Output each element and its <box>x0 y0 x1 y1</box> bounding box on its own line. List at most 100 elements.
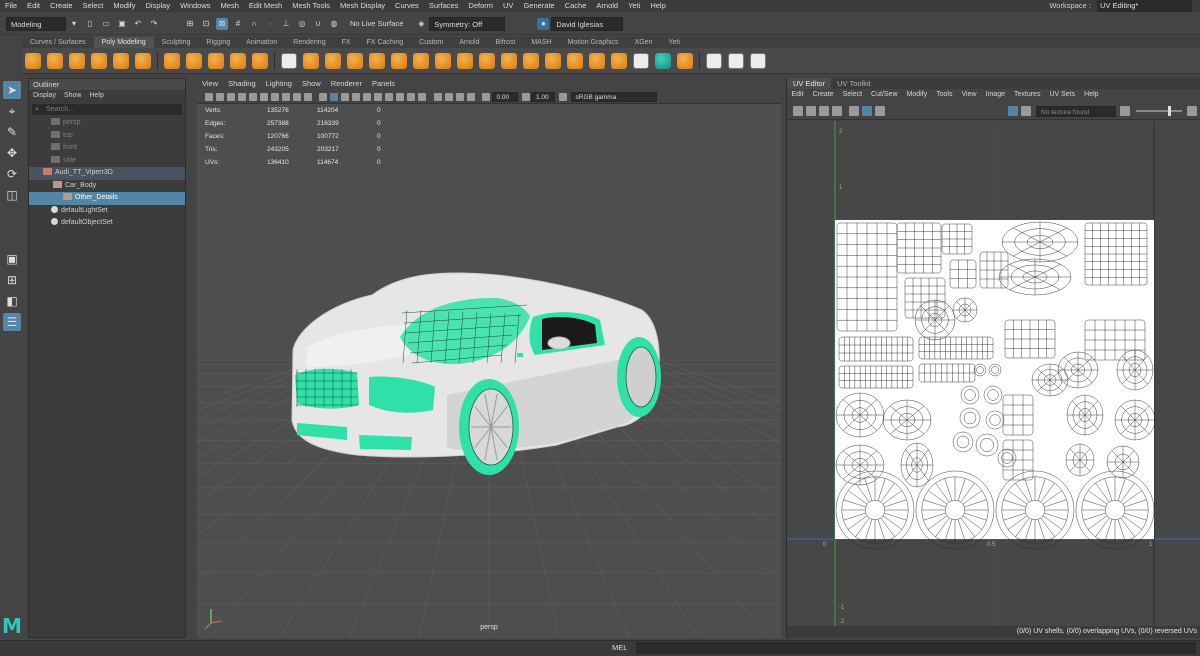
uv-menu-edit[interactable]: Edit <box>787 89 808 101</box>
menu-display[interactable]: Display <box>141 0 176 12</box>
anti-aliasing-icon[interactable] <box>407 92 415 101</box>
menu-modify[interactable]: Modify <box>108 0 140 12</box>
menu-set-dropdown[interactable]: Modeling <box>6 16 66 31</box>
viewport-menu-shading[interactable]: Shading <box>223 78 261 90</box>
open-scene-icon[interactable]: ▭ <box>100 18 112 30</box>
shelf-tab-poly-modeling[interactable]: Poly Modeling <box>93 37 154 48</box>
uv-snapshot-icon[interactable] <box>875 106 885 116</box>
brightness-slider[interactable] <box>1135 106 1182 116</box>
uv-menu-uv-sets[interactable]: UV Sets <box>1045 89 1080 101</box>
snap-surface-icon[interactable]: ◎ <box>296 18 308 30</box>
live-surface-icon[interactable]: ◍ <box>328 18 340 30</box>
sphere-icon[interactable] <box>25 52 41 69</box>
undo-icon[interactable]: ↶ <box>132 18 144 30</box>
type-icon[interactable] <box>208 52 224 69</box>
menu-deform[interactable]: Deform <box>463 0 498 12</box>
outliner-item[interactable]: Car_Body <box>29 180 185 193</box>
save-scene-icon[interactable]: ▣ <box>116 18 128 30</box>
shelf-tab-animation[interactable]: Animation <box>238 37 285 48</box>
viewport-menu-show[interactable]: Show <box>297 78 326 90</box>
sculpt-icon[interactable] <box>252 52 268 69</box>
motion-blur-icon[interactable] <box>396 92 404 101</box>
uv-wireframe-icon[interactable] <box>792 106 803 116</box>
outliner-search-input[interactable]: ⌕ Search... <box>32 104 182 115</box>
resolution-gate-icon[interactable] <box>259 92 268 101</box>
shelf-tab-xgen[interactable]: XGen <box>627 37 661 48</box>
user-account-dropdown[interactable]: David Iglesias <box>551 16 624 31</box>
uv-grid-icon[interactable] <box>862 106 872 116</box>
wireframe-icon[interactable] <box>319 92 327 101</box>
cylinder-icon[interactable] <box>69 52 85 69</box>
rotate-tool-icon[interactable]: ⟳ <box>3 165 21 183</box>
camera-attr-icon[interactable] <box>204 92 213 101</box>
workspace-selector[interactable]: Workspace : UV Editing* <box>1049 0 1192 12</box>
collapse-icon[interactable] <box>611 52 627 69</box>
outliner-item[interactable]: front <box>29 142 185 155</box>
menu-arnold[interactable]: Arnold <box>591 0 623 12</box>
shelf-tab-curves-surfaces[interactable]: Curves / Surfaces <box>22 37 94 48</box>
safe-action-icon[interactable] <box>292 92 301 101</box>
uv-menu-select[interactable]: Select <box>838 89 866 101</box>
texture-display-icon[interactable] <box>1007 106 1018 116</box>
lasso-tool-icon[interactable]: ⌖ <box>3 102 21 120</box>
shadows-icon[interactable] <box>374 92 382 101</box>
select-component-icon[interactable]: ⊠ <box>216 17 228 30</box>
grid-icon[interactable] <box>237 92 246 101</box>
multicut-icon[interactable] <box>501 52 517 69</box>
xray-joints-icon[interactable] <box>455 92 464 101</box>
gamma-field[interactable]: 1.00 <box>531 91 555 102</box>
tab-uv-toolkit[interactable]: UV Toolkit <box>831 78 877 89</box>
uv-menu-create[interactable]: Create <box>808 89 838 101</box>
snap-curve-icon[interactable]: ∩ <box>248 18 260 30</box>
menu-mesh-tools[interactable]: Mesh Tools <box>287 0 335 12</box>
uv-distortion-icon[interactable] <box>818 106 829 116</box>
uv-menu-image[interactable]: Image <box>981 89 1009 101</box>
extrude-icon[interactable] <box>413 52 429 69</box>
menu-generate[interactable]: Generate <box>518 0 559 12</box>
safe-title-icon[interactable] <box>303 92 312 101</box>
live-surface-field[interactable]: No Live Surface <box>346 17 407 31</box>
auto-uv-icon[interactable] <box>750 52 766 69</box>
ambient-occlusion-icon[interactable] <box>385 92 393 101</box>
lights-icon[interactable] <box>363 92 371 101</box>
uv-layout-icon[interactable] <box>706 52 722 69</box>
outliner-item[interactable]: defaultObjectSet <box>29 217 185 230</box>
menu-create[interactable]: Create <box>45 0 78 12</box>
film-gate-icon[interactable] <box>248 92 257 101</box>
paint-select-icon[interactable]: ✎ <box>3 123 21 141</box>
outliner-item[interactable]: persp <box>29 117 185 130</box>
viewport-scene[interactable] <box>197 105 781 638</box>
menu-mesh[interactable]: Mesh <box>216 0 244 12</box>
uv-canvas[interactable]: 2 1 0 0.5 1 -1 -2 <box>787 121 1200 626</box>
menu-yeti[interactable]: Yeti <box>623 0 645 12</box>
shelf-tab-mash[interactable]: MASH <box>523 37 559 48</box>
mel-command-input[interactable] <box>636 642 1196 654</box>
mirror-icon[interactable] <box>391 52 407 69</box>
uv-menu-modify[interactable]: Modify <box>902 89 932 101</box>
image-plane-icon[interactable] <box>226 92 235 101</box>
cube-icon[interactable] <box>47 52 63 69</box>
shelf-tab-rigging[interactable]: Rigging <box>198 37 238 48</box>
menu-edit[interactable]: Edit <box>22 0 45 12</box>
shelf-tab-yeti[interactable]: Yeti <box>660 37 687 48</box>
move-tool-icon[interactable]: ✥ <box>3 144 21 162</box>
viewport-menu-renderer[interactable]: Renderer <box>326 78 367 90</box>
xray-components-icon[interactable] <box>466 92 475 101</box>
shelf-tab-custom[interactable]: Custom <box>411 37 451 48</box>
shelf-tab-sculpting[interactable]: Sculpting <box>154 37 199 48</box>
poke-icon[interactable] <box>655 52 671 69</box>
select-hierarchy-icon[interactable]: ⊞ <box>184 18 196 30</box>
texture-dropdown[interactable]: No texture found <box>1036 105 1116 117</box>
shelf-tab-rendering[interactable]: Rendering <box>285 37 333 48</box>
menu-cache[interactable]: Cache <box>560 0 592 12</box>
color-management-icon[interactable] <box>559 92 567 101</box>
mel-label[interactable]: MEL <box>612 642 627 654</box>
uv-menu-tools[interactable]: Tools <box>932 89 957 101</box>
field-chart-icon[interactable] <box>281 92 290 101</box>
lattice-icon[interactable] <box>677 52 693 69</box>
uv-menu-cut-sew[interactable]: Cut/Sew <box>867 89 902 101</box>
symmetry-dropdown[interactable]: Symmetry: Off <box>429 16 506 31</box>
super-shape-icon[interactable] <box>281 52 297 69</box>
select-object-icon[interactable]: ⊡ <box>200 18 212 30</box>
svg-icon[interactable] <box>230 52 246 69</box>
